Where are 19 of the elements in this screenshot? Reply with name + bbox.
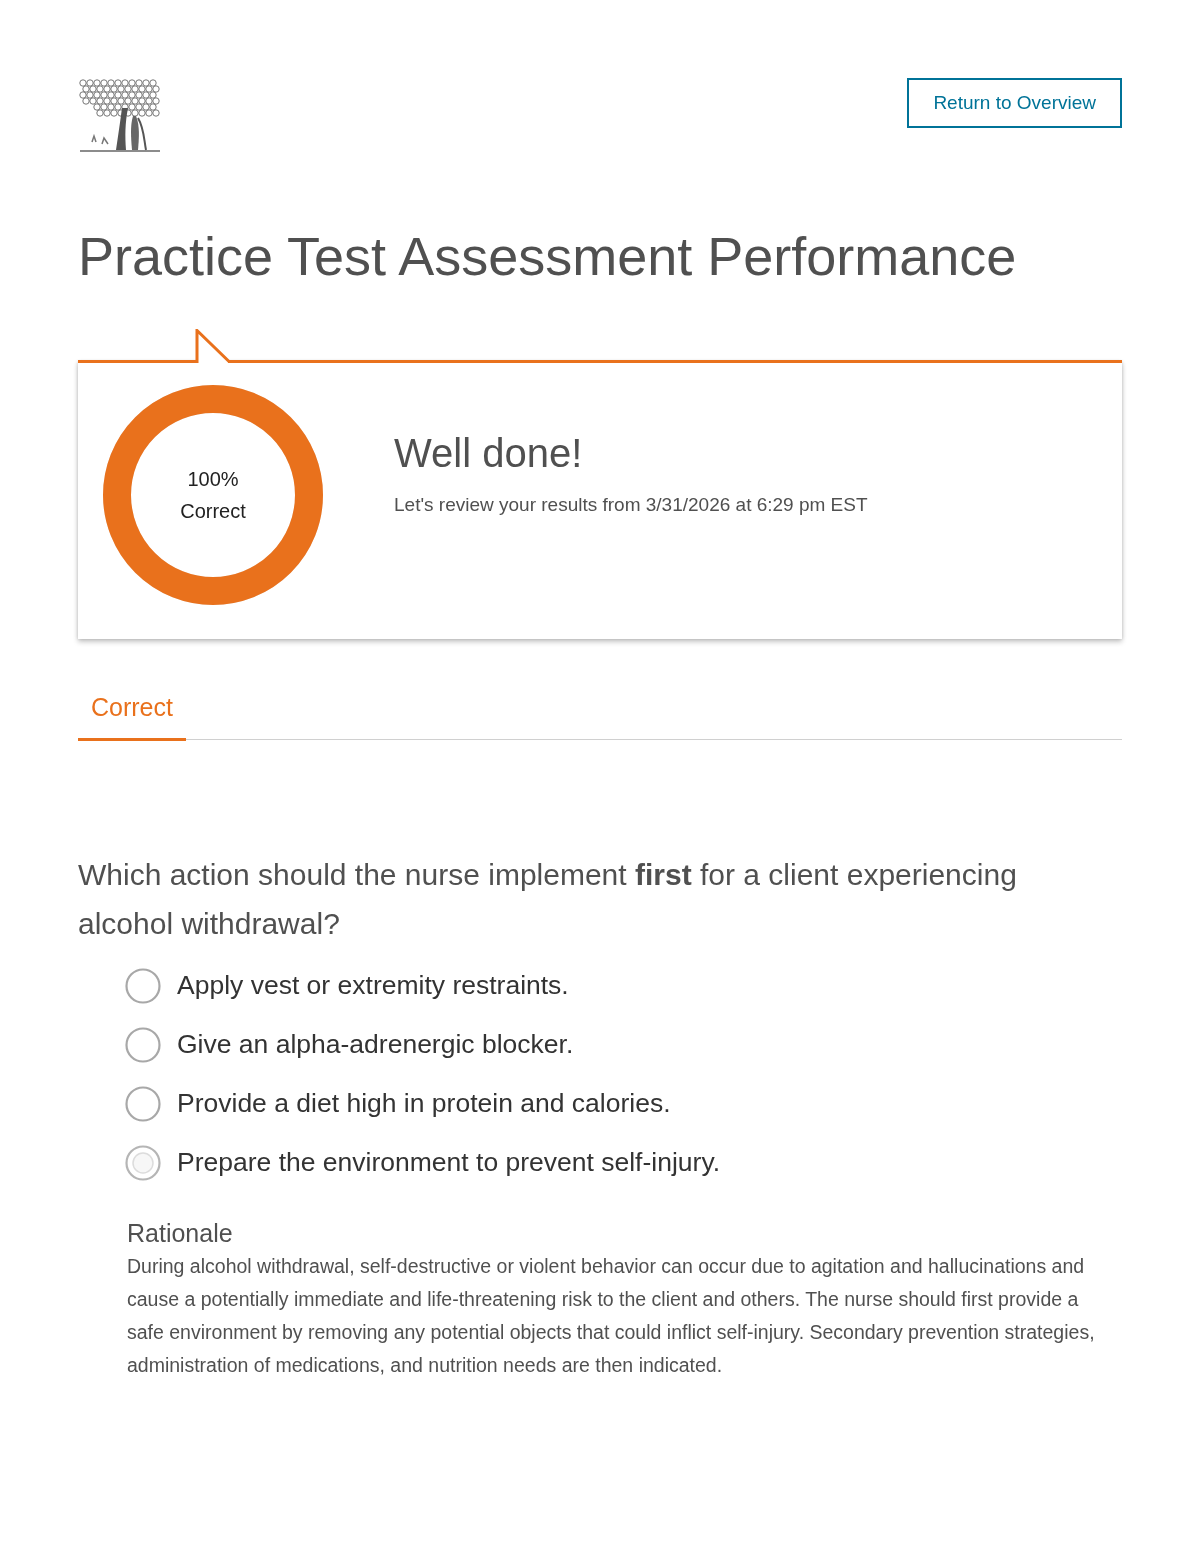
return-to-overview-button[interactable]: Return to Overview (907, 78, 1122, 128)
radio-button[interactable] (125, 1144, 161, 1181)
rationale-text: During alcohol withdrawal, self-destructive or violent behavior can occur due to agitation and hallucinations and cause a potentially immediate and life-threatening risk to the client and others. The nurse should first provide a safe environment by removing any potential objects that could inflict self-injury. Secondary prevention strategies, administration of medications, and nutrition needs are then indicated. (127, 1254, 1096, 1379)
answer-option-text: Apply vest or extremity restraints. (177, 968, 569, 1002)
answer-option-text: Give an alpha-adrenergic blocker. (177, 1027, 574, 1061)
radio-button[interactable] (125, 1085, 161, 1122)
question-text: Which action should the nurse implement first for a client experiencing alcohol withdrawal? (78, 857, 1018, 943)
results-tab[interactable]: Correct (78, 682, 186, 742)
tree-logo-icon (78, 78, 162, 154)
answer-option-text: Provide a diet high in protein and calories. (177, 1086, 671, 1120)
results-subtitle: Let's review your results from 3/31/2026 at 6:29 pm EST (394, 492, 868, 517)
radio-button[interactable] (125, 967, 161, 1004)
radio-button[interactable] (125, 1026, 161, 1063)
page-title: Practice Test Assessment Performance (78, 225, 1018, 288)
score-label: Correct (180, 498, 246, 523)
results-heading: Well done! (394, 430, 584, 475)
answer-option-text: Prepare the environment to prevent self-injury. (177, 1145, 721, 1179)
score-percent: 100% (187, 466, 239, 491)
rationale-heading: Rationale (127, 1218, 234, 1249)
